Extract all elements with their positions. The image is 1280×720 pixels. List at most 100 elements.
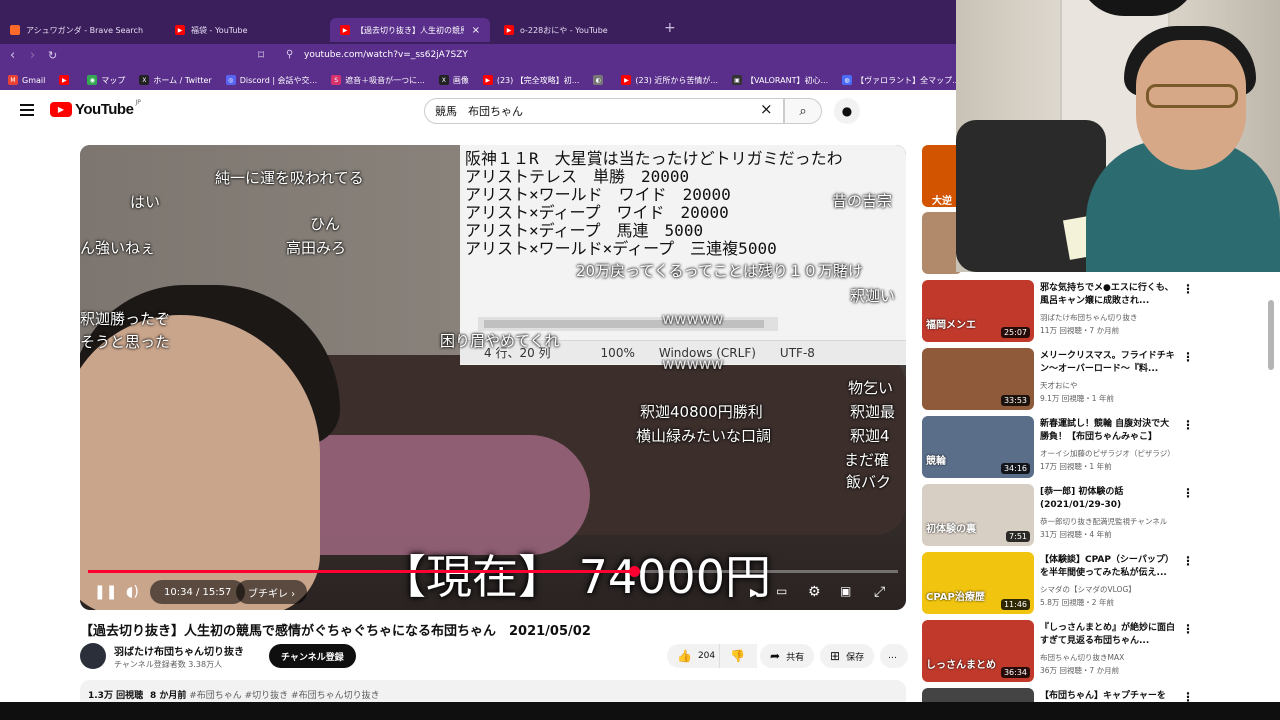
search-button[interactable]: ⌕ (784, 98, 822, 124)
comment: 釈迦4 (850, 427, 890, 445)
recommendation-title[interactable]: [恭一郎] 初体験の話 (2021/01/29-30) (1040, 486, 1178, 512)
recommendation-title[interactable]: 新春運試し！競輪 自腹対決で大勝負！【布団ちゃんみゃこ】 (1040, 418, 1178, 444)
miniplayer-icon[interactable]: ▣ (840, 584, 851, 598)
site-info-icon[interactable]: ⚲ (286, 49, 293, 60)
more-actions-button[interactable]: … (880, 644, 908, 668)
progress-bar[interactable] (88, 566, 898, 577)
bookmarks-bar: M Gmail ▶ ◉ マップ X ホーム / Twitter ◎ Discord | 会話や交… (0, 70, 956, 90)
settings-gear-icon[interactable]: ⚙ (808, 584, 821, 600)
chapter-button[interactable]: ブチギレ › (236, 580, 308, 604)
recommendation-title[interactable]: 『しっさんまとめ』が絶妙に面白すぎて見返る布団ちゃん... (1040, 622, 1178, 648)
bookmark-item[interactable]: S 遮音＋吸音が一つに... (331, 75, 425, 86)
recommendation-thumbnail[interactable]: CPAP治療歴 11:46 (922, 552, 1034, 614)
bookmark-item[interactable]: ▶ (23) 【完全攻略】初... (482, 75, 579, 86)
tab-current-video[interactable]: ▶ 【過去切り抜き】人生初の競馬で × (330, 18, 490, 42)
dislike-button[interactable]: 👎 (719, 644, 757, 668)
comment: 昔の吉宗 (832, 192, 893, 210)
more-options-icon[interactable]: ⋮ (1182, 282, 1194, 296)
bookmark-item[interactable]: ▶ (59, 75, 73, 85)
forward-icon[interactable]: › (30, 48, 35, 63)
close-tab-icon[interactable]: × (472, 25, 480, 36)
bookmark-item[interactable]: ▣ 【VALORANT】初心... (732, 75, 828, 86)
clear-search-icon[interactable]: × (760, 100, 773, 118)
tab-brave-search[interactable]: アシュワガンダ - Brave Search (0, 18, 165, 42)
recommendation-thumbnail[interactable]: 初体験の裏 7:51 (922, 484, 1034, 546)
recommendation-title[interactable]: 邪な気持ちでメ●エスに行くも、風呂キャン嬢に成敗され... (1040, 282, 1178, 308)
save-button[interactable]: ⊞ 保存 (820, 644, 875, 668)
bookmark-item[interactable]: ◐ (593, 75, 607, 85)
subtitles-icon[interactable]: ▭ (776, 584, 787, 598)
recommendation-channel[interactable]: 布団ちゃん切り抜きMAX (1040, 652, 1190, 663)
tab-oniya-youtube[interactable]: ▶ o-228おにや - YouTube (494, 18, 659, 42)
pause-icon[interactable]: ❚❚ (94, 584, 117, 600)
url-input[interactable]: youtube.com/watch?v=_ss62jA7SZY (304, 50, 468, 60)
webcam-overlay (956, 0, 1280, 272)
reload-icon[interactable]: ↻ (48, 49, 57, 62)
channel-name[interactable]: 羽ばたけ布団ちゃん切り抜き (114, 643, 244, 658)
bookmark-label: Discord | 会話や交... (239, 75, 318, 85)
new-tab-button[interactable]: + (664, 20, 676, 36)
hashtags[interactable]: #布団ちゃん #切り抜き #布団ちゃん切り抜き (189, 691, 379, 701)
recommendation-item[interactable]: 競輪 34:16 新春運試し！競輪 自腹対決で大勝負！【布団ちゃんみゃこ】オーイシ加… (922, 416, 1272, 478)
back-icon[interactable]: ‹ (10, 48, 15, 63)
more-options-icon[interactable]: ⋮ (1182, 486, 1194, 500)
comment: 20万戻ってくるってことは残り１０万賭け (576, 262, 863, 280)
bookmark-favicon-icon: ▶ (482, 75, 493, 85)
browser-tab-bar: アシュワガンダ - Brave Search ▶ 福袋 - YouTube ▶ … (0, 0, 956, 44)
recommendation-thumbnail[interactable]: しっさんまとめ 36:34 (922, 620, 1034, 682)
channel-avatar[interactable] (80, 643, 106, 669)
bookmark-item[interactable]: X ホーム / Twitter (139, 75, 212, 86)
menu-icon[interactable] (20, 104, 34, 116)
comment: 釈迦40800円勝利 (640, 403, 763, 421)
progress-played (88, 570, 634, 573)
volume-icon[interactable]: ◖) (126, 584, 139, 600)
search-icon: ⌕ (799, 103, 807, 119)
autoplay-toggle-icon[interactable]: ▶ (750, 586, 758, 599)
recommendation-title[interactable]: 【体験談】CPAP（シーパップ）を半年間使ってみた私が伝え... (1040, 554, 1178, 580)
bookmark-favicon-icon: ▶ (621, 75, 632, 85)
taskbar-strip (0, 702, 1280, 720)
bookmark-item[interactable]: X 画像 (438, 75, 469, 86)
video-duration: 25:07 (1000, 327, 1030, 338)
recommendation-thumbnail[interactable]: 33:53 (922, 348, 1034, 410)
youtube-logo[interactable]: ▶ YouTube JP (50, 99, 141, 118)
recommendation-title[interactable]: メリークリスマス。フライドチキン～オーバーロード～『料... (1040, 350, 1178, 376)
recommendation-meta: 5.8万 回視聴・2 年前 (1040, 598, 1114, 607)
recommendation-item[interactable]: 33:53 メリークリスマス。フライドチキン～オーバーロード～『料... 天才おにや… (922, 348, 1272, 410)
bookmark-favicon-icon: ◎ (225, 75, 236, 85)
video-duration: 33:53 (1000, 395, 1030, 406)
share-button[interactable]: ➦ 共有 (760, 644, 815, 668)
fullscreen-icon[interactable]: ⤢ (874, 584, 885, 600)
recommendation-channel[interactable]: 天才おにや (1040, 380, 1190, 391)
bookmark-icon[interactable]: ⌑ (258, 48, 264, 62)
recommendation-channel[interactable]: オーイシ加藤のピザラジオ（ピザラジ） (1040, 448, 1190, 459)
subscribe-button[interactable]: チャンネル登録 (269, 644, 356, 668)
video-player[interactable]: 阪神１１R 大星賞は当たったけどトリガミだったわ アリストテレス 単勝 2000… (80, 145, 906, 610)
more-options-icon[interactable]: ⋮ (1182, 350, 1194, 364)
bookmark-item[interactable]: M Gmail (8, 75, 45, 85)
recommendation-meta: 9.1万 回視聴・1 年前 (1040, 394, 1114, 403)
bookmark-item[interactable]: ▶ (23) 近所から苦情が... (621, 75, 718, 86)
tab-youtube-fukubukuro[interactable]: ▶ 福袋 - YouTube (165, 18, 330, 42)
bookmark-label: 画像 (452, 75, 469, 85)
recommendation-channel[interactable]: 恭一郎切り抜き配満児監視チャンネル (1040, 516, 1190, 527)
recommendation-item[interactable]: しっさんまとめ 36:34 『しっさんまとめ』が絶妙に面白すぎて見返る布団ちゃん..… (922, 620, 1272, 682)
bookmark-item[interactable]: ◎ Discord | 会話や交... (225, 75, 318, 86)
bookmark-item[interactable]: ◉ マップ (87, 75, 125, 86)
search-input[interactable]: 競馬 布団ちゃん (424, 98, 784, 124)
bookmark-item[interactable]: ◍ 【ヴァロラント】全マップ... (842, 75, 956, 86)
recommendation-channel[interactable]: 羽ばたけ布団ちゃん切り抜き (1040, 312, 1190, 323)
more-options-icon[interactable]: ⋮ (1182, 418, 1194, 432)
bookmark-label: (23) 近所から苦情が... (635, 75, 719, 85)
recommendation-item[interactable]: 福岡メンエ 25:07 邪な気持ちでメ●エスに行くも、風呂キャン嬢に成敗され... 羽… (922, 280, 1272, 342)
sidebar-scrollbar[interactable] (1268, 300, 1274, 370)
voice-search-button[interactable]: ● (834, 98, 860, 124)
recommendation-thumbnail[interactable]: 競輪 34:16 (922, 416, 1034, 478)
recommendation-thumbnail[interactable]: 福岡メンエ 25:07 (922, 280, 1034, 342)
more-options-icon[interactable]: ⋮ (1182, 622, 1194, 636)
recommendation-item[interactable]: CPAP治療歴 11:46 【体験談】CPAP（シーパップ）を半年間使ってみた私が伝… (922, 552, 1272, 614)
recommendation-channel[interactable]: シマダの【シマダのVLOG】 (1040, 584, 1190, 595)
recommendation-item[interactable]: 初体験の裏 7:51 [恭一郎] 初体験の話 (2021/01/29-30) 恭一郎切… (922, 484, 1272, 546)
more-options-icon[interactable]: ⋮ (1182, 554, 1194, 568)
recommendation-meta: 11万 回視聴・7 か月前 (1040, 326, 1120, 335)
